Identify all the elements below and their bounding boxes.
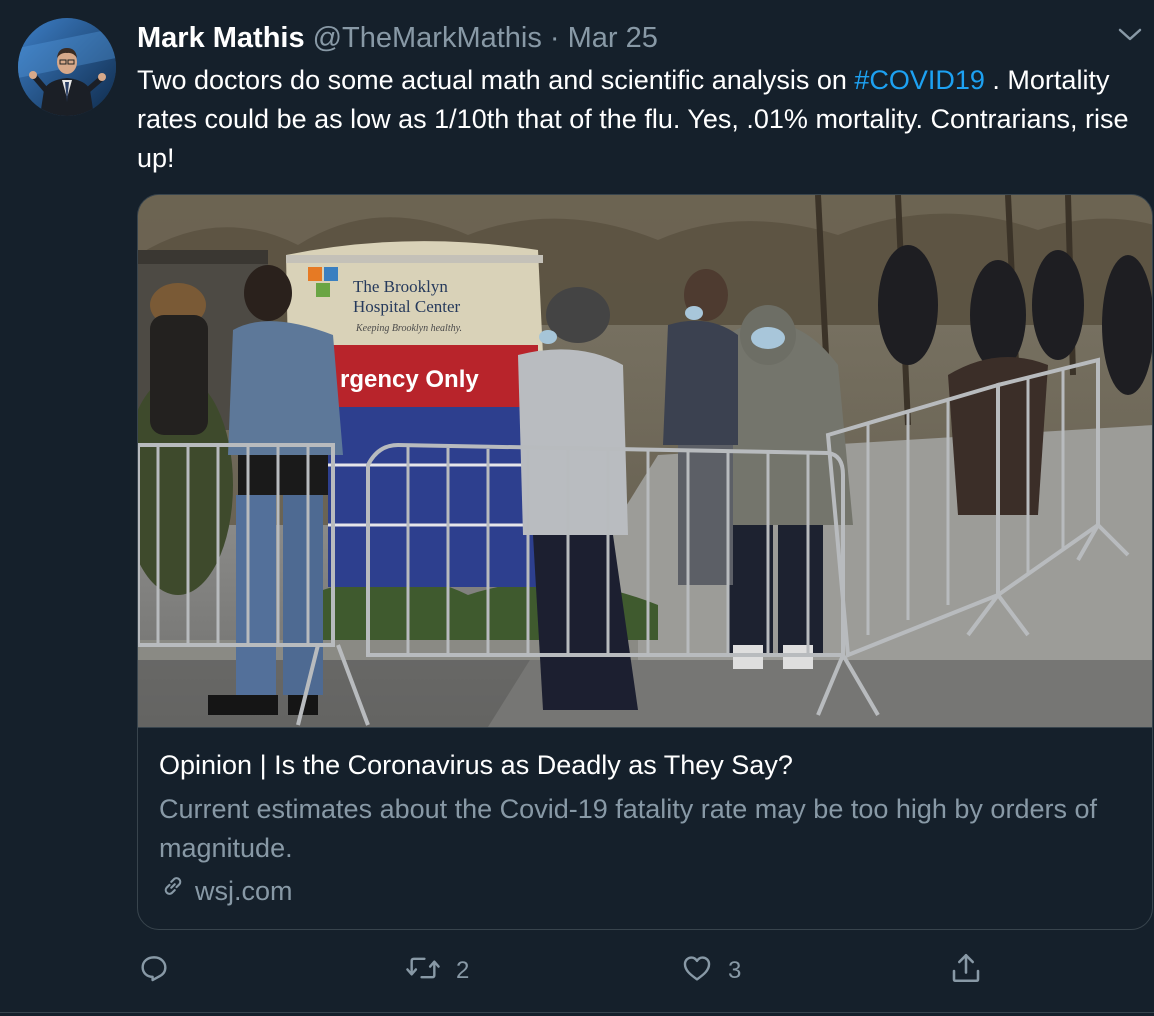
chevron-down-icon[interactable] xyxy=(1116,22,1144,46)
card-description: Current estimates about the Covid-19 fat… xyxy=(159,794,1097,863)
card-title[interactable]: Opinion | Is the Coronavirus as Deadly a… xyxy=(159,748,793,782)
avatar[interactable] xyxy=(18,18,116,116)
retweet-icon xyxy=(404,951,442,992)
sign-tagline: Keeping Brooklyn healthy. xyxy=(355,323,462,334)
card-domain[interactable]: wsj.com xyxy=(159,872,293,909)
person-left xyxy=(150,283,208,435)
tweet-bottom-border xyxy=(0,1012,1154,1013)
link-icon xyxy=(159,872,195,909)
author-name[interactable]: Mark Mathis xyxy=(137,22,305,54)
reply-icon xyxy=(137,951,171,992)
retweet-button[interactable]: 2 xyxy=(404,948,469,994)
sign-banner: rgency Only xyxy=(340,366,479,393)
like-count: 3 xyxy=(728,957,742,984)
hashtag-link[interactable]: #COVID19 xyxy=(854,65,985,95)
tweet-text-before: Two doctors do some actual math and scie… xyxy=(137,65,855,95)
heart-icon xyxy=(680,951,714,992)
like-button[interactable]: 3 xyxy=(680,948,741,994)
tweet-text: Two doctors do some actual math and scie… xyxy=(137,61,1137,178)
card-image[interactable]: The Brooklyn Hospital Center Keeping Bro… xyxy=(138,195,1152,727)
header-separator: · xyxy=(549,22,560,54)
author-handle[interactable]: @TheMarkMathis xyxy=(313,22,542,54)
retweet-count: 2 xyxy=(456,957,470,984)
link-card[interactable]: The Brooklyn Hospital Center Keeping Bro… xyxy=(137,194,1153,930)
tweet-actions: 2 3 xyxy=(0,948,1154,996)
sign-line-2: Hospital Center xyxy=(353,297,461,316)
tweet-header: Mark Mathis @TheMarkMathis · Mar 25 xyxy=(137,20,658,56)
share-icon xyxy=(948,950,984,993)
tweet[interactable]: Mark Mathis @TheMarkMathis · Mar 25 Two doc… xyxy=(0,0,1154,1016)
tweet-date[interactable]: Mar 25 xyxy=(568,22,658,54)
card-domain-text: wsj.com xyxy=(195,875,293,906)
share-button[interactable] xyxy=(948,948,984,994)
sign-line-1: The Brooklyn xyxy=(353,277,448,296)
card-divider xyxy=(138,727,1152,728)
reply-button[interactable] xyxy=(137,948,185,994)
